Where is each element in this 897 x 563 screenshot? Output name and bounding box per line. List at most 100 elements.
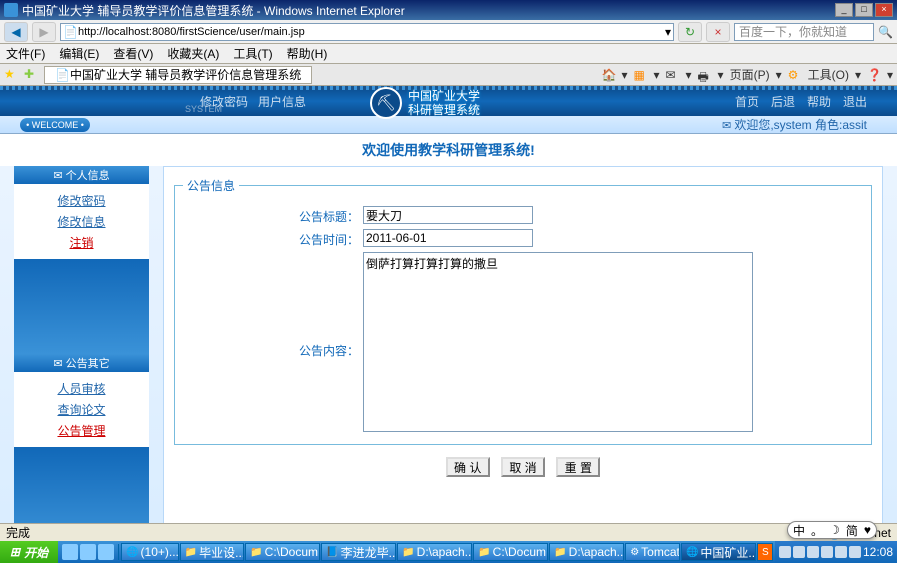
nav-home[interactable]: 首页 <box>735 93 759 110</box>
search-button[interactable]: 🔍 <box>878 25 893 39</box>
sidebar-change-password[interactable]: 修改密码 <box>14 190 149 211</box>
tray-icon[interactable] <box>807 546 819 558</box>
label-time: 公告时间： <box>183 229 363 248</box>
search-box[interactable]: 百度一下，你就知道 <box>734 23 874 41</box>
form-buttons: 确 认 取 消 重 置 <box>174 451 872 483</box>
help-icon[interactable]: ❓ <box>867 68 881 82</box>
tools-menu[interactable]: 工具(O) <box>808 66 849 83</box>
task-item[interactable]: 📁C:\Docum... <box>245 543 320 561</box>
sidebar-head-notice: ✉ 公告其它 <box>14 354 149 372</box>
task-sogou[interactable]: S <box>757 543 773 561</box>
sidebar: ✉ 个人信息 修改密码 修改信息 注销 ✉ 公告其它 人员审核 查询论文 公告管… <box>14 166 149 548</box>
sidebar-logout[interactable]: 注销 <box>14 232 149 253</box>
menu-favorites[interactable]: 收藏夹(A) <box>167 45 219 62</box>
tray-icon[interactable] <box>849 546 861 558</box>
task-item[interactable]: 📘李进龙毕... <box>321 543 396 561</box>
menu-file[interactable]: 文件(F) <box>6 45 45 62</box>
gear-icon[interactable]: ⚙ <box>788 68 802 82</box>
address-bar[interactable]: 📄 ▾ <box>60 23 674 41</box>
restore-button[interactable]: □ <box>855 3 873 17</box>
add-favorite-icon[interactable]: ✚ <box>24 67 40 83</box>
ime-heart-icon: ♥ <box>864 523 871 537</box>
task-item[interactable]: 📁C:\Docum... <box>473 543 548 561</box>
sidebar-change-info[interactable]: 修改信息 <box>14 211 149 232</box>
ime-mode: 简 <box>846 522 858 539</box>
window-title: 中国矿业大学 辅导员教学评价信息管理系统 - Windows Internet … <box>22 2 835 19</box>
tab-icon: 📄 <box>55 68 70 82</box>
task-item[interactable]: 📁D:\apach... <box>397 543 472 561</box>
main-panel: 公告信息 公告标题： 公告时间： 公告内容： 倒萨打算打算打算的撒旦 确 认 取… <box>163 166 883 548</box>
ql-desktop-icon[interactable] <box>80 544 96 560</box>
menu-help[interactable]: 帮助(H) <box>287 45 328 62</box>
nav-logout[interactable]: 退出 <box>843 93 867 110</box>
browser-nav-toolbar: ◀ ▶ 📄 ▾ ↻ × 百度一下，你就知道 🔍 <box>0 20 897 44</box>
browser-tabbar: ★ ✚ 📄 中国矿业大学 辅导员教学评价信息管理系统 🏠▾ ▦▾ ✉▾ 🖶▾ 页… <box>0 64 897 86</box>
input-title[interactable] <box>363 206 533 224</box>
cancel-button[interactable]: 取 消 <box>501 457 545 477</box>
tray-icon[interactable] <box>835 546 847 558</box>
home-icon[interactable]: 🏠 <box>601 68 615 82</box>
menu-edit[interactable]: 编辑(E) <box>59 45 99 62</box>
textarea-content[interactable]: 倒萨打算打算打算的撒旦 <box>363 252 753 432</box>
app-body: ✉ 个人信息 修改密码 修改信息 注销 ✉ 公告其它 人员审核 查询论文 公告管… <box>0 166 897 548</box>
ql-app-icon[interactable] <box>98 544 114 560</box>
task-item-active[interactable]: 🌐中国矿业... <box>681 543 756 561</box>
tray-icon[interactable] <box>793 546 805 558</box>
welcome-tag: • WELCOME • <box>20 118 90 132</box>
university-logo-icon: ⛏ <box>370 87 402 119</box>
tray-icon[interactable] <box>821 546 833 558</box>
task-item[interactable]: 📁毕业设... <box>180 543 245 561</box>
stop-button[interactable]: × <box>706 22 730 42</box>
close-button[interactable]: × <box>875 3 893 17</box>
confirm-button[interactable]: 确 认 <box>446 457 490 477</box>
nav-back[interactable]: 后退 <box>771 93 795 110</box>
forward-button[interactable]: ▶ <box>32 22 56 42</box>
app-header: SYSTEM 修改密码 用户信息 ⛏ 中国矿业大学 科研管理系统 首页 后退 帮… <box>0 86 897 116</box>
tray-clock[interactable]: 12:08 <box>863 545 893 559</box>
welcome-user: ✉ 欢迎您,system 角色:assit <box>722 116 867 133</box>
ime-bar[interactable]: 中 。 ☽ 简 ♥ <box>787 521 877 539</box>
feeds-icon[interactable]: ▦ <box>633 68 647 82</box>
minimize-button[interactable]: _ <box>835 3 853 17</box>
ql-ie-icon[interactable] <box>62 544 78 560</box>
menu-tools[interactable]: 工具(T) <box>233 45 272 62</box>
task-item[interactable]: ⚙Tomcat <box>625 543 680 561</box>
page-content: SYSTEM 修改密码 用户信息 ⛏ 中国矿业大学 科研管理系统 首页 后退 帮… <box>0 86 897 548</box>
status-done: 完成 <box>6 524 30 541</box>
label-content: 公告内容： <box>183 252 363 359</box>
mail-icon[interactable]: ✉ <box>666 68 680 82</box>
input-time[interactable] <box>363 229 533 247</box>
browser-tab[interactable]: 📄 中国矿业大学 辅导员教学评价信息管理系统 <box>44 66 312 84</box>
nav-user-info[interactable]: 用户信息 <box>258 93 306 110</box>
url-input[interactable] <box>78 26 665 38</box>
back-button[interactable]: ◀ <box>4 22 28 42</box>
sidebar-query-paper[interactable]: 查询论文 <box>14 399 149 420</box>
reset-button[interactable]: 重 置 <box>556 457 600 477</box>
window-titlebar: 中国矿业大学 辅导员教学评价信息管理系统 - Windows Internet … <box>0 0 897 20</box>
browser-menubar: 文件(F) 编辑(E) 查看(V) 收藏夹(A) 工具(T) 帮助(H) <box>0 44 897 64</box>
page-menu[interactable]: 页面(P) <box>730 66 770 83</box>
sidebar-notice-manage[interactable]: 公告管理 <box>14 420 149 441</box>
row-time: 公告时间： <box>183 229 863 248</box>
sidebar-review[interactable]: 人员审核 <box>14 378 149 399</box>
dropdown-icon[interactable]: ▾ <box>665 25 671 39</box>
nav-help[interactable]: 帮助 <box>807 93 831 110</box>
menu-view[interactable]: 查看(V) <box>113 45 153 62</box>
tab-title: 中国矿业大学 辅导员教学评价信息管理系统 <box>70 66 301 83</box>
task-item[interactable]: 🌐(10+)... <box>121 543 179 561</box>
print-icon[interactable]: 🖶 <box>698 68 712 82</box>
windows-icon: ⊞ <box>10 545 20 559</box>
nav-change-password[interactable]: 修改密码 <box>200 93 248 110</box>
ime-lang: 中 <box>793 522 805 539</box>
logo-block: ⛏ 中国矿业大学 科研管理系统 <box>370 86 530 122</box>
page-icon: 📄 <box>63 25 78 39</box>
start-button[interactable]: ⊞开始 <box>0 541 58 563</box>
sidebar-head-personal: ✉ 个人信息 <box>14 166 149 184</box>
notice-fieldset: 公告信息 公告标题： 公告时间： 公告内容： 倒萨打算打算打算的撒旦 <box>174 177 872 445</box>
favorites-icon[interactable]: ★ <box>4 67 20 83</box>
ime-punct: 。 <box>811 522 823 539</box>
tray-icon[interactable] <box>779 546 791 558</box>
task-item[interactable]: 📁D:\apach... <box>549 543 624 561</box>
refresh-button[interactable]: ↻ <box>678 22 702 42</box>
tab-tools: 🏠▾ ▦▾ ✉▾ 🖶▾ 页面(P)▾ ⚙ 工具(O)▾ ❓▾ <box>601 66 893 83</box>
